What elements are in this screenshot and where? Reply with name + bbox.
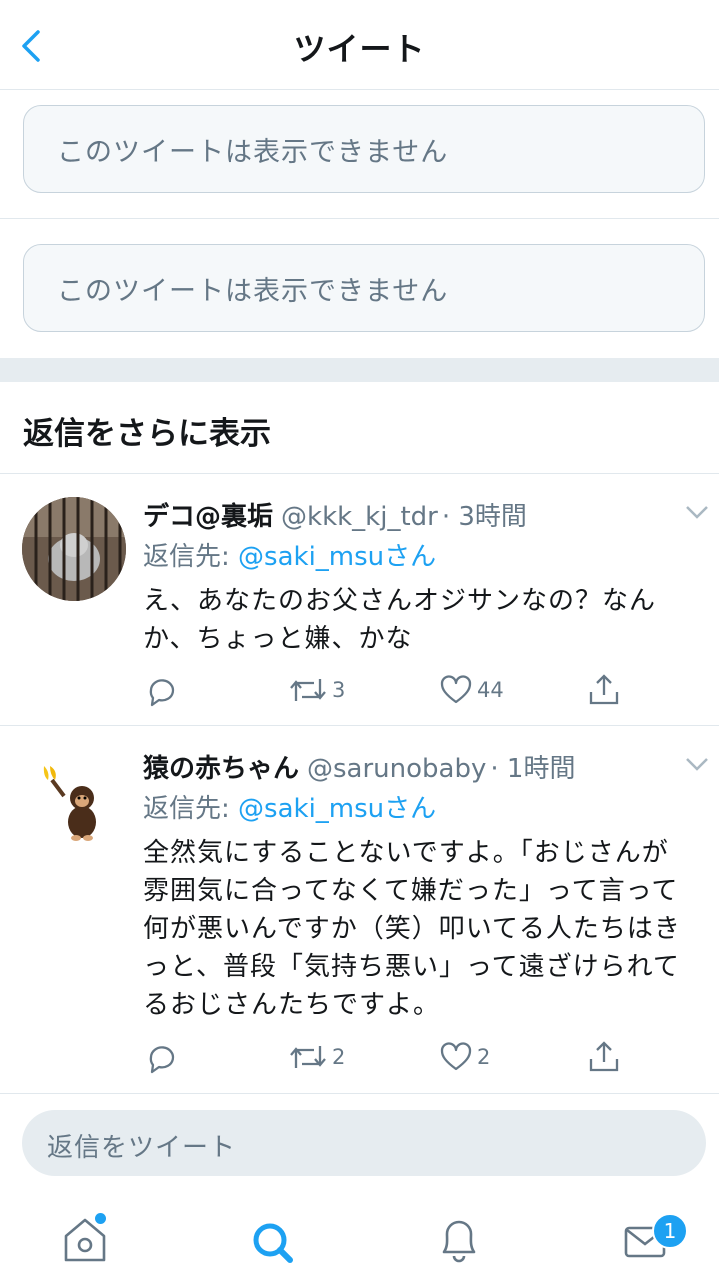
tweet-text-line: 雰囲気に合ってなくて嫌だった」って言って: [143, 876, 679, 906]
tab-notifications[interactable]: [434, 1212, 484, 1268]
tweet-text: 全然気にすることないですよ。「おじさんが 雰囲気に合ってなくて嫌だった」って言っ…: [143, 834, 703, 1024]
reply-button[interactable]: [143, 1039, 177, 1075]
tweet-header: デコ@裏垢 @kkk_kj_tdr · 3時間: [143, 496, 527, 533]
heart-icon: [440, 1042, 472, 1071]
page-title: ツイート: [293, 30, 426, 68]
divider: [0, 1093, 719, 1094]
heart-icon: [440, 675, 472, 704]
tweet-menu-caret[interactable]: [684, 502, 710, 522]
reply-button[interactable]: [143, 672, 177, 708]
display-name[interactable]: 猿の赤ちゃん: [143, 754, 299, 784]
unavailable-tweet-notice: このツイートは表示できません: [23, 244, 705, 332]
top-navigation-bar: ツイート: [0, 0, 719, 90]
retweet-button[interactable]: 2: [288, 1039, 345, 1075]
tab-search[interactable]: [248, 1212, 298, 1268]
messages-badge: 1: [652, 1213, 688, 1249]
tweet-text-line: 全然気にすることないですよ。「おじさんが: [143, 838, 669, 868]
share-button[interactable]: [587, 672, 621, 708]
user-handle: @kkk_kj_tdr: [281, 502, 438, 532]
reply-to-label: 返信先:: [143, 542, 239, 572]
tweet-text-line: るおじさんたちですよ。: [143, 990, 441, 1020]
tweet-text-line: か、ちょっと嫌、かな: [143, 624, 413, 654]
reply-to-label: 返信先:: [143, 794, 239, 824]
retweet-count: 2: [332, 1045, 346, 1069]
bell-icon: [442, 1220, 476, 1263]
unavailable-text: このツイートは表示できません: [57, 137, 449, 168]
like-count: 2: [477, 1045, 491, 1069]
chevron-down-icon: [686, 758, 708, 771]
home-notification-dot: [95, 1213, 106, 1224]
chevron-down-icon: [686, 506, 708, 519]
like-button[interactable]: 2: [439, 1039, 490, 1075]
show-more-replies[interactable]: 返信をさらに表示: [23, 408, 271, 453]
share-icon: [589, 1041, 619, 1072]
avatar[interactable]: [22, 497, 126, 601]
reply-icon: [149, 679, 175, 707]
tweet-text-line: 何が悪いんですか（笑）叩いてる人たちはき: [143, 914, 681, 944]
tweet-text-line: っと、普段「気持ち悪い」って遠ざけられて: [143, 952, 680, 982]
tweet-menu-caret[interactable]: [684, 754, 710, 774]
unavailable-text: このツイートは表示できません: [57, 276, 449, 307]
retweet-button[interactable]: 3: [288, 672, 345, 708]
reply-to-user[interactable]: @saki_msuさん: [238, 794, 436, 824]
reply-to-line: 返信先: @saki_msuさん: [143, 536, 436, 573]
timestamp: · 3時間: [441, 502, 527, 532]
timestamp: · 1時間: [490, 754, 576, 784]
section-separator: [0, 358, 719, 382]
like-count: 44: [477, 678, 504, 702]
reply-compose-input[interactable]: 返信をツイート: [22, 1110, 706, 1176]
compose-placeholder: 返信をツイート: [47, 1133, 237, 1163]
user-handle: @sarunobaby: [307, 754, 487, 784]
divider: [0, 473, 719, 474]
monkey-banana-image: [43, 766, 96, 841]
search-icon: [253, 1223, 293, 1263]
unavailable-tweet-notice: このツイートは表示できません: [23, 105, 705, 193]
share-icon: [589, 674, 619, 705]
share-button[interactable]: [587, 1039, 621, 1075]
like-button[interactable]: 44: [439, 672, 504, 708]
retweet-icon: [290, 1046, 326, 1068]
tweet-header: 猿の赤ちゃん @sarunobaby · 1時間: [143, 748, 575, 785]
display-name[interactable]: デコ@裏垢: [143, 502, 273, 532]
tweet-text: え、あなたのお父さんオジサンなの？なん か、ちょっと嫌、かな: [143, 582, 703, 658]
avatar-cage-image: [22, 497, 126, 601]
reply-to-user[interactable]: @saki_msuさん: [238, 542, 436, 572]
divider: [0, 218, 719, 219]
retweet-icon: [290, 679, 326, 701]
reply-to-line: 返信先: @saki_msuさん: [143, 788, 436, 825]
tweet-text-line: え、あなたのお父さんオジサンなの？なん: [143, 586, 657, 616]
reply-icon: [149, 1046, 175, 1074]
retweet-count: 3: [332, 678, 346, 702]
divider: [0, 725, 719, 726]
avatar[interactable]: [30, 760, 120, 850]
